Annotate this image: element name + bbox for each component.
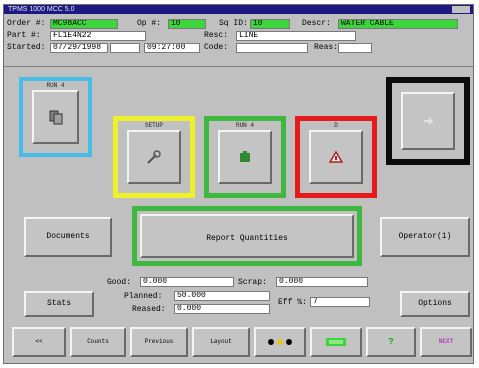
previous-button[interactable]: Previous — [130, 327, 188, 357]
tool-panel[interactable]: RUN 4 — [19, 77, 92, 157]
resc-label: Resc: — [204, 31, 229, 40]
good-label: Good: — [107, 278, 132, 287]
code-field — [236, 43, 308, 53]
operator-button[interactable]: Operator(1) — [380, 217, 470, 257]
part-field: FL1E4N22 — [50, 31, 146, 41]
title-bar: TPMS 1000 MCC 5.0 — [4, 5, 473, 14]
next-button[interactable]: NEXT — [420, 327, 472, 357]
order-field: MC98ACC — [50, 19, 118, 29]
reased-field: 0.000 — [174, 304, 270, 314]
started-time-field: 09:27:00 — [144, 43, 200, 53]
started-date-field: 07/29/1998 — [50, 43, 108, 53]
warning-icon — [328, 150, 344, 163]
down-panel-button[interactable] — [309, 130, 363, 184]
resc-field: LINE — [236, 31, 356, 41]
run-icon — [240, 151, 250, 162]
copy-icon — [49, 110, 62, 125]
counts-button[interactable]: Counts — [70, 327, 126, 357]
down-panel-caption: D — [334, 122, 338, 129]
op-field: 10 — [168, 19, 206, 29]
eff-label: Eff %: — [278, 298, 307, 307]
eff-field: 7 — [310, 297, 370, 307]
reased-label: Reased: — [132, 305, 166, 314]
header-divider — [4, 66, 473, 67]
seq-label: Sq ID: — [219, 19, 248, 28]
window-title: TPMS 1000 MCC 5.0 — [8, 6, 75, 13]
down-panel[interactable]: D — [295, 116, 377, 198]
started-blank — [110, 43, 140, 53]
descr-field: WATER CABLE — [338, 19, 458, 29]
stats-button[interactable]: Stats — [24, 291, 94, 317]
seq-field: 10 — [250, 19, 290, 29]
tool-panel-caption: RUN 4 — [46, 82, 65, 89]
idle-panel[interactable] — [386, 77, 470, 165]
setup-panel-caption: SETUP — [144, 122, 163, 129]
reas-label: Reas: — [314, 43, 339, 52]
report-quantities-frame: Report Quantities — [132, 206, 362, 266]
tool-panel-button[interactable] — [32, 90, 79, 144]
run-panel[interactable]: RUN 4 — [204, 116, 286, 198]
run-panel-caption: RUN 4 — [235, 122, 254, 129]
signal-button[interactable] — [254, 327, 306, 357]
op-label: Op #: — [137, 19, 162, 28]
options-button[interactable]: Options — [400, 291, 470, 317]
help-button[interactable]: ? — [366, 327, 416, 357]
wrench-icon — [147, 150, 161, 164]
setup-panel[interactable]: SETUP — [113, 116, 195, 198]
started-label: Started: — [7, 43, 46, 52]
help-icon: ? — [388, 337, 394, 347]
counter-button[interactable] — [310, 327, 362, 357]
idle-panel-button[interactable] — [401, 92, 455, 150]
back-button[interactable]: << — [12, 327, 66, 357]
run-panel-button[interactable] — [218, 130, 272, 184]
good-field[interactable]: 0.000 — [140, 277, 234, 287]
layout-button[interactable]: Layout — [192, 327, 250, 357]
report-quantities-button[interactable]: Report Quantities — [140, 214, 354, 258]
part-label: Part #: — [7, 31, 41, 40]
planned-label: Planned: — [124, 292, 163, 301]
app-window: TPMS 1000 MCC 5.0 Order #: MC98ACC Op #:… — [3, 4, 474, 364]
arrow-icon — [424, 117, 434, 125]
order-label: Order #: — [7, 19, 46, 28]
documents-button[interactable]: Documents — [24, 217, 112, 257]
setup-panel-button[interactable] — [127, 130, 181, 184]
scrap-label: Scrap: — [238, 278, 267, 287]
planned-field: 50.000 — [174, 291, 270, 301]
window-controls[interactable] — [452, 6, 470, 13]
counter-icon — [326, 338, 346, 346]
descr-label: Descr: — [302, 19, 331, 28]
code-label: Code: — [204, 43, 229, 52]
scrap-field[interactable]: 0.000 — [276, 277, 368, 287]
dots-icon — [268, 339, 292, 345]
reas-field — [338, 43, 372, 53]
